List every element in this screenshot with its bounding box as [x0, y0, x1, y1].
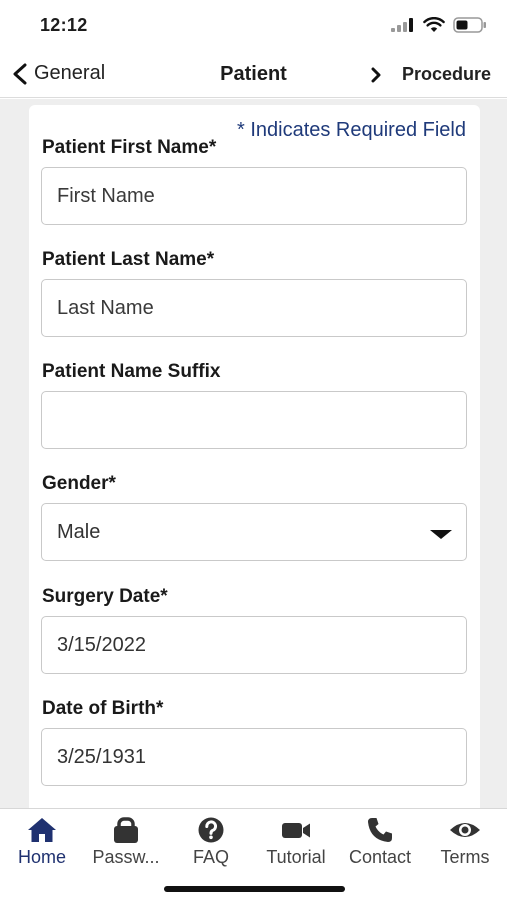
signal-icon	[391, 18, 413, 32]
video-icon	[282, 823, 310, 838]
dob-input[interactable]: 3/25/1931	[41, 728, 467, 786]
nav-bar: General Patient Procedure	[0, 50, 507, 98]
home-indicator	[164, 886, 345, 892]
status-bar: 12:12	[0, 0, 507, 50]
tab-contact-label: Contact	[348, 847, 412, 867]
wifi-icon	[423, 17, 445, 32]
suffix-input[interactable]	[41, 391, 467, 449]
tab-password-label: Passw...	[92, 847, 160, 867]
first-name-input[interactable]: First Name	[41, 167, 467, 225]
form-scroll-area[interactable]: * Indicates Required Field Patient First…	[0, 99, 507, 808]
bottom-tab-bar: Home Passw... FAQ Tutorial Contact Terms	[0, 808, 507, 900]
eye-icon	[450, 823, 480, 837]
chevron-right-icon	[371, 67, 381, 82]
tab-home[interactable]: Home	[0, 815, 87, 868]
tab-home-label: Home	[17, 847, 66, 867]
surgery-date-label: Surgery Date*	[42, 586, 168, 607]
patient-form-card: * Indicates Required Field Patient First…	[29, 105, 480, 808]
status-icons	[391, 16, 487, 34]
last-name-placeholder: Last Name	[57, 296, 154, 319]
help-icon	[198, 817, 224, 843]
gender-value: Male	[57, 520, 101, 543]
lock-icon	[114, 817, 138, 843]
surgery-date-value: 3/15/2022	[57, 633, 146, 656]
next-button[interactable]: Procedure	[370, 64, 491, 85]
suffix-label: Patient Name Suffix	[42, 361, 221, 382]
last-name-label: Patient Last Name*	[42, 249, 215, 270]
tab-faq[interactable]: FAQ	[166, 815, 256, 868]
last-name-input[interactable]: Last Name	[41, 279, 467, 337]
tab-terms-label: Terms	[440, 847, 490, 867]
tab-tutorial-label: Tutorial	[266, 847, 326, 867]
surgery-date-input[interactable]: 3/15/2022	[41, 616, 467, 674]
tab-terms[interactable]: Terms	[420, 815, 507, 868]
first-name-label: Patient First Name*	[42, 137, 217, 158]
next-button-label: Procedure	[401, 64, 491, 84]
dob-value: 3/25/1931	[57, 745, 146, 768]
tab-password[interactable]: Passw...	[81, 815, 171, 868]
gender-label: Gender*	[42, 473, 116, 494]
tab-contact[interactable]: Contact	[335, 815, 425, 868]
phone-icon	[368, 818, 392, 842]
dropdown-caret-icon	[430, 530, 452, 539]
required-field-note: * Indicates Required Field	[236, 119, 466, 141]
dob-label: Date of Birth*	[42, 698, 164, 719]
tab-faq-label: FAQ	[192, 847, 229, 867]
home-icon	[28, 818, 56, 842]
gender-select[interactable]: Male	[41, 503, 467, 561]
tab-tutorial[interactable]: Tutorial	[251, 815, 341, 868]
status-time: 12:12	[40, 15, 88, 35]
first-name-placeholder: First Name	[57, 184, 155, 207]
battery-icon	[453, 17, 486, 33]
